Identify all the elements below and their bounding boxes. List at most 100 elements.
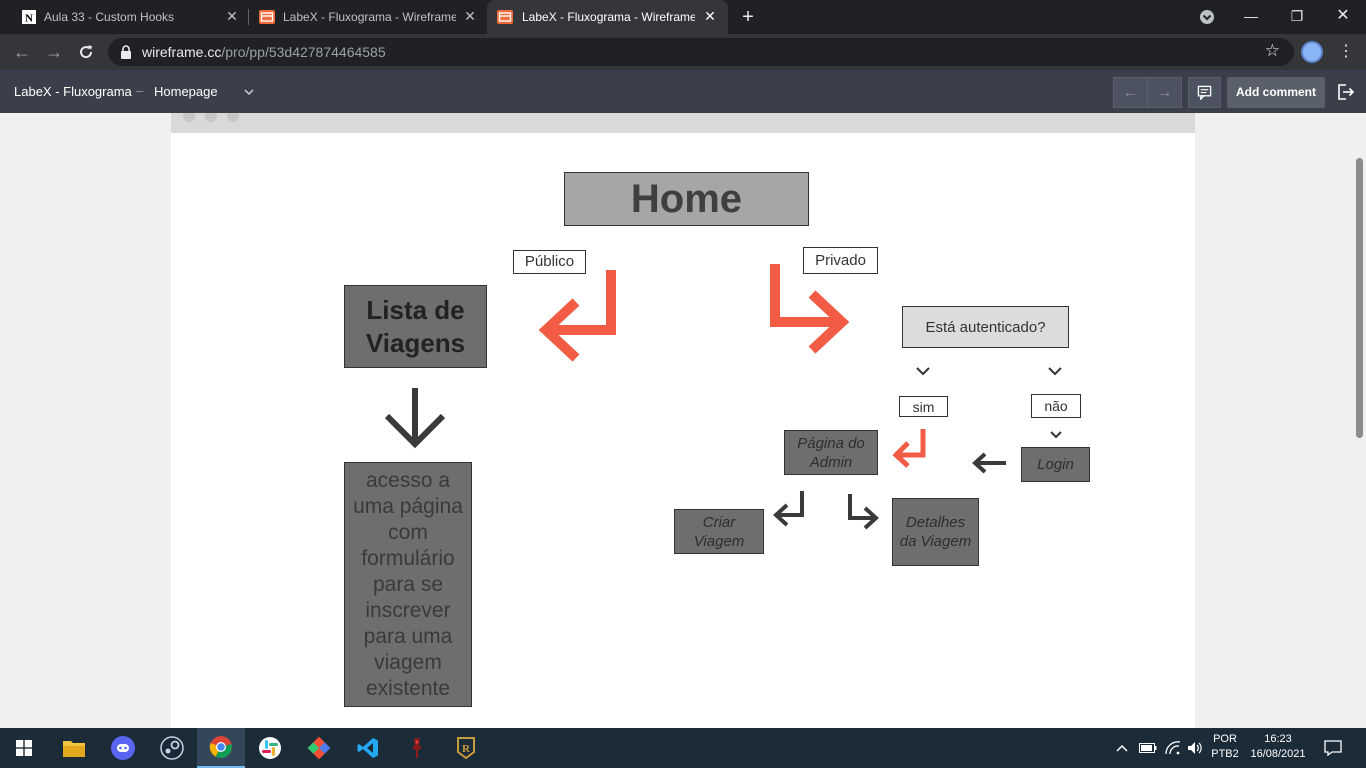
reload-icon[interactable] <box>78 44 94 60</box>
lista-line-2: Viagens <box>365 327 466 358</box>
acesso-line: para se <box>372 572 444 596</box>
clock-date: 16/08/2021 <box>1250 748 1306 760</box>
turn-arrow-dark-icon <box>848 494 879 530</box>
game-icon <box>412 738 422 758</box>
acesso-line: uma página <box>353 494 463 518</box>
add-comment-button[interactable]: Add comment <box>1227 77 1325 108</box>
acesso-description-box[interactable]: acesso a uma página com formulário para … <box>344 462 472 707</box>
wireframe-page[interactable]: Home Público Privado Lista de Viagens ac… <box>171 133 1195 728</box>
language-code: POR <box>1213 733 1237 745</box>
chrome-icon <box>209 736 232 758</box>
lock-icon[interactable] <box>120 45 132 59</box>
taskbar-vscode[interactable] <box>344 728 392 768</box>
vscode-icon <box>357 738 378 758</box>
discord-icon <box>111 736 135 760</box>
detalhes-line-2: da Viagem <box>899 533 972 550</box>
keyboard-layout: PTB2 <box>1211 748 1239 760</box>
taskbar-slack[interactable] <box>246 728 294 768</box>
new-tab-button[interactable]: + <box>737 6 759 28</box>
notion-icon: N <box>22 10 36 24</box>
esta-autenticado-box[interactable]: Está autenticado? <box>902 306 1069 348</box>
arrow-down-icon <box>384 388 446 449</box>
clock[interactable]: 16:23 16/08/2021 <box>1244 732 1312 762</box>
acesso-line: para uma <box>363 624 453 648</box>
breadcrumb-separator: – <box>136 83 144 98</box>
lista-line-1: Lista de <box>366 294 465 325</box>
taskbar-chrome[interactable] <box>197 728 245 768</box>
comments-button[interactable] <box>1188 77 1221 108</box>
start-icon <box>16 740 32 756</box>
svg-text:R: R <box>462 743 471 755</box>
redo-button[interactable]: → <box>1147 77 1182 108</box>
notification-icon[interactable] <box>1324 740 1342 757</box>
frame-dot <box>205 113 217 122</box>
taskbar-file-explorer[interactable] <box>50 728 98 768</box>
vertical-scrollbar[interactable] <box>1356 158 1363 438</box>
arrow-left-icon <box>972 452 1006 474</box>
profile-avatar[interactable] <box>1301 41 1323 63</box>
detalhes-da-viagem-box[interactable]: Detalhes da Viagem <box>892 498 979 566</box>
taskbar-discord[interactable] <box>99 728 147 768</box>
tab-labex-wireframe-1[interactable]: LabeX - Fluxograma - Wireframe ✕ <box>249 0 487 34</box>
restore-button[interactable]: ❐ <box>1282 4 1312 28</box>
bookmark-star-icon[interactable]: ☆ <box>1265 41 1280 61</box>
battery-icon[interactable] <box>1139 743 1157 753</box>
windows-taskbar: R POR PTB2 16:23 16/08/2021 <box>0 728 1366 768</box>
login-box[interactable]: Login <box>1021 447 1090 482</box>
volume-icon[interactable] <box>1187 741 1203 755</box>
file-explorer-icon <box>63 741 85 757</box>
steam-icon <box>160 736 184 760</box>
page-selector[interactable]: Homepage <box>154 84 218 99</box>
pagina-do-admin-box[interactable]: Página do Admin <box>784 430 878 475</box>
address-bar[interactable]: wireframe.cc/pro/pp/53d427874464585 ☆ <box>108 38 1294 66</box>
wifi-icon[interactable] <box>1165 741 1181 755</box>
canvas-viewport[interactable]: Home Público Privado Lista de Viagens ac… <box>0 113 1366 728</box>
criar-line-2: Viagem <box>693 532 745 550</box>
chevron-up-icon[interactable] <box>1116 744 1128 752</box>
taskbar-game[interactable] <box>393 728 441 768</box>
taskbar-git[interactable] <box>295 728 343 768</box>
close-tab-icon[interactable]: ✕ <box>462 8 478 24</box>
lista-de-viagens-box[interactable]: Lista de Viagens <box>344 285 487 368</box>
exit-icon[interactable] <box>1336 82 1356 102</box>
project-name[interactable]: LabeX - Fluxograma <box>14 84 132 99</box>
start-button[interactable] <box>0 728 48 768</box>
tab-title: LabeX - Fluxograma - Wireframe <box>522 10 695 24</box>
close-tab-icon[interactable]: ✕ <box>224 8 240 24</box>
close-tab-icon[interactable]: ✕ <box>702 8 718 24</box>
app-header: LabeX - Fluxograma – Homepage ← → Add co… <box>0 70 1366 113</box>
chevron-down-icon[interactable] <box>244 89 254 96</box>
home-box[interactable]: Home <box>564 172 809 226</box>
tab-labex-wireframe-2[interactable]: LabeX - Fluxograma - Wireframe ✕ <box>487 0 728 34</box>
nao-label[interactable]: não <box>1031 394 1081 418</box>
chevron-down-icon <box>1048 367 1062 376</box>
url-text: wireframe.cc/pro/pp/53d427874464585 <box>142 44 386 60</box>
sim-label[interactable]: sim <box>899 396 948 417</box>
legends-icon: R <box>457 737 475 760</box>
browser-menu-icon[interactable]: ⋮ <box>1336 41 1356 63</box>
undo-button[interactable]: ← <box>1113 77 1148 108</box>
criar-viagem-box[interactable]: Criar Viagem <box>674 509 764 554</box>
acesso-line: existente <box>365 676 451 700</box>
turn-arrow-right-icon <box>770 264 850 354</box>
return-arrow-left-icon <box>538 270 616 362</box>
admin-line-2: Admin <box>809 453 853 471</box>
tab-search-icon[interactable] <box>1199 9 1215 25</box>
forward-button[interactable]: → <box>42 40 66 64</box>
svg-text:N: N <box>25 13 33 25</box>
taskbar-legends[interactable]: R <box>442 728 490 768</box>
acesso-line: com <box>388 520 428 544</box>
comment-icon <box>1197 85 1212 101</box>
return-arrow-small-icon <box>892 429 926 468</box>
browser-frame-mockup <box>171 113 1195 133</box>
criar-line-1: Criar <box>702 513 736 531</box>
minimize-button[interactable]: — <box>1236 4 1266 28</box>
detalhes-line-1: Detalhes <box>905 514 966 531</box>
tab-aula-33[interactable]: N Aula 33 - Custom Hooks ✕ <box>0 0 248 34</box>
slack-icon <box>259 737 281 759</box>
back-button[interactable]: ← <box>10 40 34 64</box>
input-language[interactable]: POR PTB2 <box>1210 732 1240 762</box>
close-window-button[interactable]: ✕ <box>1328 4 1358 28</box>
acesso-line: formulário <box>361 546 455 570</box>
taskbar-steam[interactable] <box>148 728 196 768</box>
